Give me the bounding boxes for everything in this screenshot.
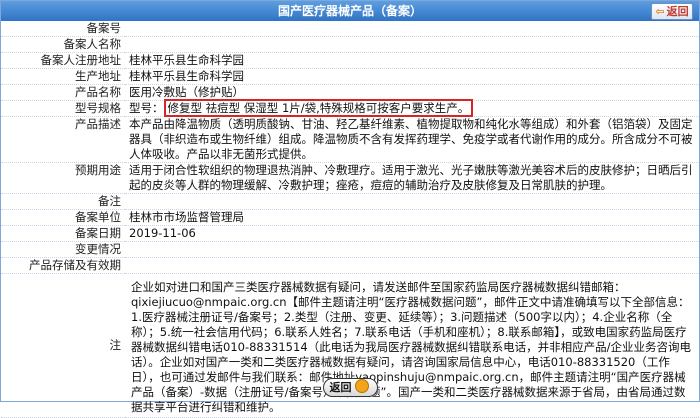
label-changes: 变更情况 [1, 241, 125, 258]
back-button-top-label: 返回 [666, 5, 689, 18]
value-changes [125, 241, 699, 258]
label-authority: 备案单位 [1, 209, 125, 226]
value-reg-no [125, 21, 699, 37]
value-model: 修复型 祛痘型 保湿型 1片/袋,特殊规格可按客户要求生产。 [163, 99, 474, 117]
label-model: 型号规格 [1, 100, 125, 117]
row-authority: 备案单位 桂林市市场监督管理局 [1, 209, 699, 226]
model-prefix: 型号： [129, 101, 164, 115]
label-reg-no: 备案号 [1, 21, 125, 37]
value-prod-address: 桂林平乐县生命科学园 [125, 68, 699, 85]
row-model: 型号规格 型号： 修复型 祛痘型 保湿型 1片/袋,特殊规格可按客户要求生产。 [1, 99, 699, 117]
back-button-bottom-label: 返回 [329, 381, 352, 394]
back-button-bottom[interactable]: 返回 [322, 378, 378, 397]
label-intended-use: 预期用途 [1, 162, 125, 194]
value-filer [125, 36, 699, 53]
row-changes: 变更情况 [1, 241, 699, 258]
row-reg-address: 备案人注册地址 桂林平乐县生命科学园 [1, 52, 699, 69]
label-product-name: 产品名称 [1, 84, 125, 101]
row-intended-use: 预期用途 适用于闭合性软组织的物理退热消肿、冷敷理疗。适用于激光、光子嫩肤等激光… [1, 162, 699, 194]
value-description: 本产品由降温物质（透明质酸钠、甘油、羟乙基纤维素、植物提取物和纯化水等组成）和外… [125, 116, 699, 163]
label-reg-address: 备案人注册地址 [1, 52, 125, 69]
label-storage: 产品存储及有效期 [1, 257, 125, 274]
label-filer: 备案人名称 [1, 36, 125, 53]
row-date: 备案日期 2019-11-06 [1, 225, 699, 242]
label-description: 产品描述 [1, 116, 125, 163]
value-reg-address: 桂林平乐县生命科学园 [125, 52, 699, 69]
label-remark: 备注 [1, 193, 125, 210]
value-date: 2019-11-06 [125, 225, 699, 242]
record-table: 备案号 备案人名称 备案人注册地址 桂林平乐县生命科学园 生产地址 桂林平乐县生… [1, 21, 699, 418]
page-title: 国产医疗器械产品（备案） [277, 4, 422, 18]
footer-bar: 返回 [1, 377, 699, 401]
row-prod-address: 生产地址 桂林平乐县生命科学园 [1, 68, 699, 85]
label-prod-address: 生产地址 [1, 68, 125, 85]
row-storage: 产品存储及有效期 [1, 257, 699, 274]
value-storage [125, 257, 699, 274]
row-remark: 备注 [1, 193, 699, 210]
back-button-top[interactable]: ⇦ 返回 [651, 3, 693, 20]
record-panel: 国产医疗器械产品（备案） ⇦ 返回 备案号 备案人名称 备案人注册地址 桂林平乐县… [0, 0, 700, 418]
back-arrow-icon: ⇦ [655, 5, 665, 18]
row-description: 产品描述 本产品由降温物质（透明质酸钠、甘油、羟乙基纤维素、植物提取物和纯化水等… [1, 116, 699, 163]
row-filer: 备案人名称 [1, 36, 699, 53]
row-reg-no: 备案号 [1, 21, 699, 37]
value-authority: 桂林市市场监督管理局 [125, 209, 699, 226]
value-intended-use: 适用于闭合性软组织的物理退热消肿、冷敷理疗。适用于激光、光子嫩肤等激光美容术后的… [125, 162, 699, 194]
back-circle-icon [354, 379, 369, 393]
panel-title-bar: 国产医疗器械产品（备案） ⇦ 返回 [1, 1, 699, 21]
label-date: 备案日期 [1, 225, 125, 242]
value-remark [125, 193, 699, 210]
